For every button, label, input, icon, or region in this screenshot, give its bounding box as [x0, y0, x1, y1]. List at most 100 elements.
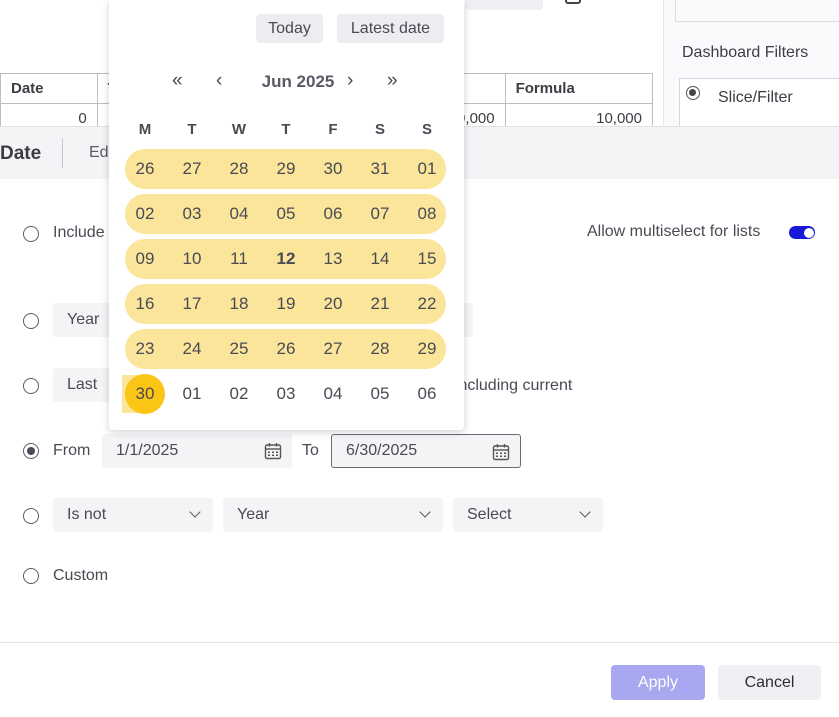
weekday-header: T [187, 121, 197, 138]
calendar-day[interactable]: 24 [172, 339, 212, 359]
table-header[interactable]: Date [0, 73, 98, 104]
calendar-day[interactable]: 31 [360, 159, 400, 179]
dialog-title: Date [0, 143, 42, 164]
calendar-day[interactable]: 03 [172, 204, 212, 224]
calendar-day[interactable]: 29 [266, 159, 306, 179]
calendar-day[interactable]: 01 [407, 159, 447, 179]
dashboard-filters-title: Dashboard Filters [682, 44, 809, 61]
calendar-icon[interactable] [264, 442, 282, 460]
date-picker-popup: Today Latest date « ‹ Jun 2025 › » M T W T F… [109, 0, 464, 430]
slice-filter-radio[interactable] [686, 86, 700, 100]
calendar-day[interactable]: 22 [407, 294, 447, 314]
last-page-icon[interactable]: » [387, 70, 398, 92]
year-select[interactable]: Year [223, 498, 443, 532]
year-option-label: Year [67, 311, 100, 328]
is-not-radio[interactable] [23, 508, 39, 524]
calendar-day[interactable]: 12 [266, 249, 306, 269]
toolbar-button[interactable] [465, 0, 543, 10]
calendar-day[interactable]: 05 [360, 384, 400, 404]
last-option-label: Last [67, 376, 98, 393]
slice-filter-label: Slice/Filter [718, 89, 793, 106]
calendar-day[interactable]: 27 [172, 159, 212, 179]
weekday-header: F [328, 121, 338, 138]
weekday-header: T [281, 121, 291, 138]
include-label: Include [53, 224, 105, 241]
include-radio[interactable] [23, 226, 39, 242]
last-option-radio[interactable] [23, 378, 39, 394]
including-current-label[interactable]: Including current [454, 377, 572, 395]
value-select-placeholder: Select [467, 506, 512, 523]
calendar-day[interactable]: 07 [360, 204, 400, 224]
custom-radio[interactable] [23, 568, 39, 584]
calendar-day[interactable]: 21 [360, 294, 400, 314]
to-date-input[interactable]: 6/30/2025 [331, 434, 521, 468]
calendar-day[interactable]: 26 [266, 339, 306, 359]
toolbar-checkbox[interactable] [565, 0, 581, 4]
calendar-day[interactable]: 06 [313, 204, 353, 224]
calendar-day[interactable]: 19 [266, 294, 306, 314]
calendar-day[interactable]: 28 [219, 159, 259, 179]
apply-button[interactable]: Apply [611, 665, 705, 700]
calendar-day[interactable]: 02 [125, 204, 165, 224]
calendar-day[interactable]: 26 [125, 159, 165, 179]
year-select-value: Year [237, 506, 270, 523]
calendar-icon[interactable] [492, 443, 510, 461]
calendar-day[interactable]: 09 [125, 249, 165, 269]
first-page-icon[interactable]: « [172, 70, 183, 92]
calendar-day[interactable]: 13 [313, 249, 353, 269]
calendar-day[interactable]: 03 [266, 384, 306, 404]
weekday-header: S [421, 121, 432, 138]
calendar-day[interactable]: 04 [313, 384, 353, 404]
calendar-day[interactable]: 18 [219, 294, 259, 314]
header-divider [62, 138, 63, 168]
prev-month-icon[interactable]: ‹ [216, 70, 222, 92]
calendar-day[interactable]: 30 [125, 384, 165, 404]
to-label: To [302, 442, 319, 459]
calendar-day[interactable]: 08 [407, 204, 447, 224]
to-date-value: 6/30/2025 [346, 442, 418, 459]
month-label[interactable]: Jun 2025 [248, 72, 348, 92]
right-panel-header [675, 0, 839, 22]
from-date-value: 1/1/2025 [116, 442, 179, 459]
next-month-icon[interactable]: › [347, 70, 353, 92]
from-to-radio[interactable] [23, 443, 39, 459]
calendar-day[interactable]: 10 [172, 249, 212, 269]
calendar-day[interactable]: 29 [407, 339, 447, 359]
calendar-day[interactable]: 28 [360, 339, 400, 359]
calendar-day[interactable]: 14 [360, 249, 400, 269]
multiselect-toggle[interactable] [789, 226, 815, 239]
cancel-button[interactable]: Cancel [718, 665, 821, 700]
chevron-down-icon [579, 506, 591, 518]
weekday-header: S [374, 121, 385, 138]
calendar-day[interactable]: 25 [219, 339, 259, 359]
calendar-day[interactable]: 30 [313, 159, 353, 179]
footer-divider [0, 642, 839, 643]
today-button[interactable]: Today [256, 14, 323, 43]
calendar-day[interactable]: 16 [125, 294, 165, 314]
calendar-day[interactable]: 05 [266, 204, 306, 224]
from-label: From [53, 442, 91, 459]
calendar-day[interactable]: 20 [313, 294, 353, 314]
calendar-day[interactable]: 17 [172, 294, 212, 314]
calendar-day[interactable]: 04 [219, 204, 259, 224]
calendar-day[interactable]: 11 [219, 249, 259, 269]
chevron-down-icon [419, 506, 431, 518]
latest-date-button[interactable]: Latest date [337, 14, 444, 43]
calendar-day[interactable]: 23 [125, 339, 165, 359]
chevron-down-icon [189, 506, 201, 518]
multiselect-label: Allow multiselect for lists [587, 223, 761, 240]
is-not-value: Is not [67, 506, 107, 523]
is-not-select[interactable]: Is not [53, 498, 213, 532]
weekday-header: M [138, 121, 152, 138]
calendar-day[interactable]: 27 [313, 339, 353, 359]
custom-label: Custom [53, 567, 109, 584]
calendar-day[interactable]: 02 [219, 384, 259, 404]
value-select[interactable]: Select [453, 498, 603, 532]
weekday-header: W [231, 121, 247, 138]
calendar-day[interactable]: 15 [407, 249, 447, 269]
calendar-day[interactable]: 06 [407, 384, 447, 404]
calendar-day[interactable]: 01 [172, 384, 212, 404]
year-option-radio[interactable] [23, 313, 39, 329]
table-header[interactable]: Formula [504, 73, 654, 104]
from-date-input[interactable]: 1/1/2025 [102, 434, 292, 468]
